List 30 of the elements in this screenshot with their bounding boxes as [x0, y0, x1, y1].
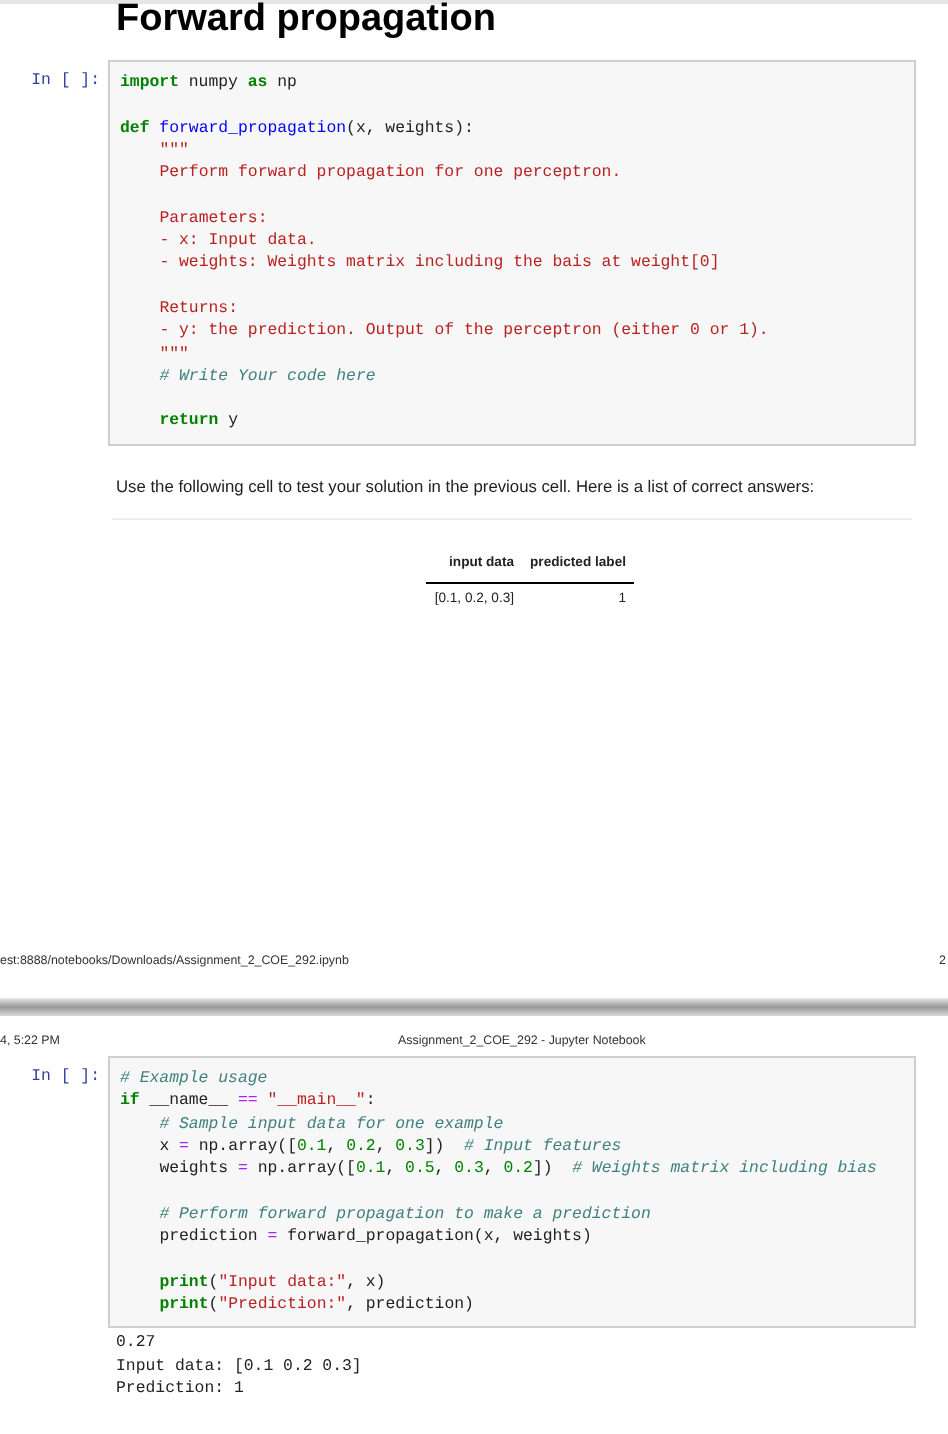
- code-cell[interactable]: [108, 1056, 916, 1329]
- code-line: Perform forward propagation for one perceptron.: [159, 162, 622, 185]
- code-line: Parameters:: [159, 207, 268, 231]
- output-line: Input data: [0.1 0.2 0.3]: [116, 1355, 362, 1378]
- code-line: - y: the prediction. Output of the perceptron (either 0 or 1).: [159, 320, 769, 344]
- code-line: # Perform forward propagation to make a prediction: [159, 1203, 651, 1227]
- code-line: if __name__ == "__main__":: [120, 1090, 376, 1114]
- code-line: # Sample input data for one example: [159, 1113, 504, 1136]
- code-line: - x: Input data.: [159, 230, 317, 253]
- code-line: print("Prediction:", prediction): [159, 1294, 474, 1317]
- code-cell[interactable]: [108, 60, 916, 446]
- code-line: prediction = forward_propagation(x, weights): [159, 1226, 592, 1249]
- output-line: 0.27: [116, 1332, 156, 1356]
- code-line: x = np.array([0.1, 0.2, 0.3]) # Input features: [159, 1135, 622, 1159]
- code-line: """: [159, 139, 189, 163]
- code-line: print("Input data:", x): [159, 1271, 386, 1294]
- output-line: Prediction: 1: [116, 1377, 244, 1401]
- input-prompt: In [ ]:: [29, 70, 102, 93]
- code-line: - weights: Weights matrix including the bais at weight[0]: [159, 252, 720, 276]
- input-prompt: In [ ]:: [29, 1066, 102, 1089]
- code-line: import numpy as np: [120, 72, 297, 95]
- code-line: # Write Your code here: [159, 365, 376, 389]
- code-line: # Example usage: [120, 1068, 268, 1091]
- code-line: weights = np.array([0.1, 0.5, 0.3, 0.2]) # Weights matrix including bias: [159, 1158, 877, 1182]
- code-line: def forward_propagation(x, weights):: [120, 117, 474, 140]
- instruction-text: Use the following cell to test your solution in the previous cell. Here is a list of correct answers:: [116, 473, 815, 499]
- code-line: return y: [159, 410, 238, 434]
- code-line: """: [159, 343, 189, 366]
- section-heading: Forward propagation: [116, 0, 496, 42]
- code-line: Returns:: [159, 297, 238, 321]
